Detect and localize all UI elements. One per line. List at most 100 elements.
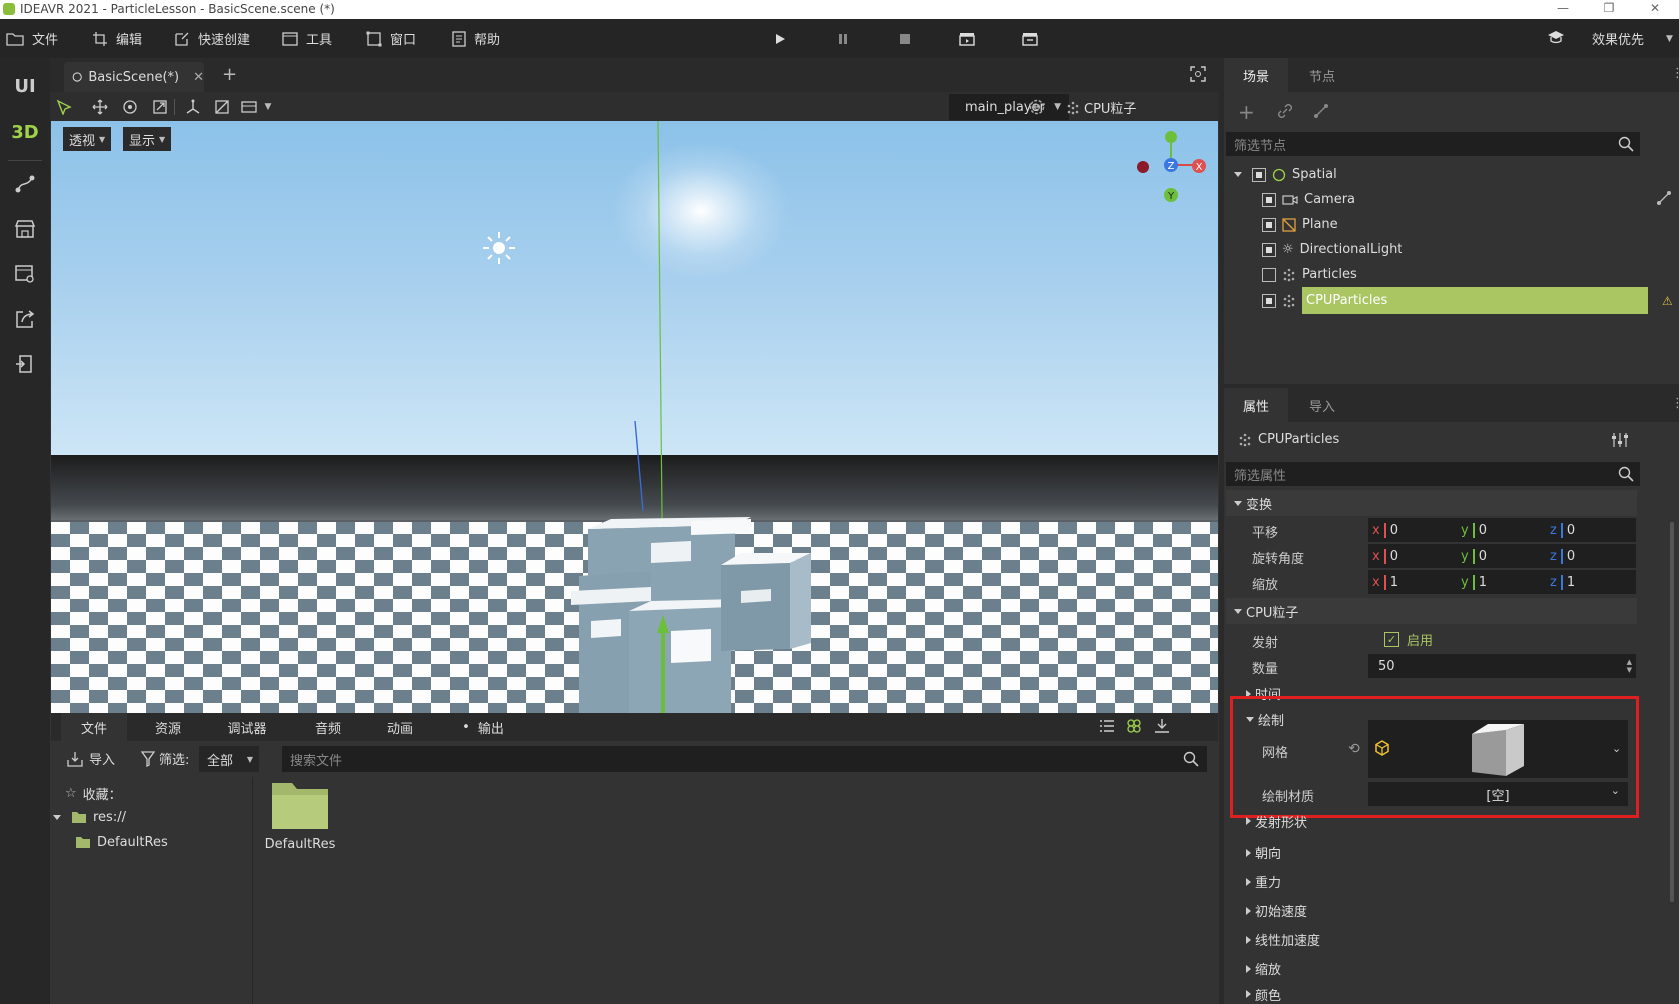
orientation-gizmo[interactable]: Y X Z (1131, 125, 1211, 205)
quality-dropdown[interactable]: 效果优先 ▼ (1592, 19, 1673, 58)
ui-mode-button[interactable]: UI (5, 66, 45, 106)
visibility-checkbox[interactable] (1252, 167, 1266, 182)
gear-icon[interactable] (1027, 97, 1047, 117)
gravity-section[interactable]: 重力 (1246, 867, 1281, 896)
orientation-section[interactable]: 朝向 (1246, 838, 1281, 867)
resource-settings-button[interactable] (5, 254, 45, 294)
curve-tool-button[interactable] (5, 164, 45, 204)
menu-window[interactable]: 窗口 (366, 19, 416, 58)
defaultres-folder-row[interactable]: DefaultRes (75, 830, 168, 854)
link-icon[interactable] (1276, 102, 1294, 120)
node-plane[interactable]: Plane (1262, 212, 1338, 237)
import-button[interactable]: 导入 (67, 749, 115, 768)
cpu-particles-menu[interactable]: CPU粒子 (1066, 98, 1136, 117)
property-filter-input[interactable]: 筛选属性 (1226, 462, 1640, 486)
restore-icon[interactable]: ❐ (1594, 1, 1624, 15)
close-window-icon[interactable]: ✕ (1640, 1, 1670, 15)
spin-arrows-icon[interactable]: ▲ ▼ (1627, 658, 1632, 674)
tab-resources[interactable]: 资源 (135, 713, 201, 741)
graduation-cap-icon[interactable] (1547, 30, 1565, 44)
visibility-checkbox[interactable] (1262, 267, 1276, 282)
warning-icon[interactable]: ⚠ (1662, 294, 1673, 308)
snap-icon[interactable] (212, 97, 232, 117)
close-tab-icon[interactable]: ✕ (193, 70, 204, 85)
scale-section[interactable]: 缩放 (1246, 954, 1281, 983)
node-camera[interactable]: Camera (1262, 187, 1355, 212)
move-tool-icon[interactable] (90, 97, 110, 117)
tab-debugger[interactable]: 调试器 (207, 713, 287, 741)
tab-files[interactable]: 文件 (61, 713, 127, 741)
scale-y-field[interactable]: y1 (1457, 574, 1546, 590)
play-custom-scene-button[interactable] (1018, 28, 1042, 50)
tab-audio[interactable]: 音频 (295, 713, 361, 741)
play-button[interactable] (768, 28, 792, 50)
file-item[interactable]: DefaultRes (265, 777, 335, 852)
export-button[interactable] (5, 299, 45, 339)
pause-button[interactable] (831, 28, 855, 50)
tab-animation[interactable]: 动画 (367, 713, 433, 741)
menu-tools[interactable]: 工具 (282, 19, 332, 58)
menu-quick-create[interactable]: 快速创建 (174, 19, 250, 58)
node-filter-input[interactable]: 筛选节点 (1226, 132, 1640, 156)
menu-file[interactable]: 文件 (6, 19, 58, 58)
tab-output[interactable]: • 输出 (443, 713, 523, 741)
local-space-icon[interactable] (183, 97, 203, 117)
3d-mode-button[interactable]: 3D (5, 112, 45, 152)
initial-velocity-section[interactable]: 初始速度 (1246, 896, 1307, 925)
script-icon[interactable] (1656, 190, 1672, 206)
fullscreen-icon[interactable] (1190, 66, 1206, 82)
panel-menu-icon[interactable]: ⋮ (1671, 396, 1679, 411)
visibility-checkbox[interactable] (1262, 217, 1276, 232)
linear-accel-section[interactable]: 线性加速度 (1246, 925, 1320, 954)
store-button[interactable] (5, 209, 45, 249)
tab-import[interactable]: 导入 (1290, 388, 1354, 422)
visibility-checkbox[interactable] (1262, 242, 1276, 257)
translation-y-field[interactable]: y0 (1457, 522, 1546, 538)
node-cpu-particles[interactable]: CPUParticles ⚠ (1262, 287, 1677, 314)
color-section[interactable]: 颜色 (1246, 983, 1281, 1004)
translation-x-field[interactable]: x0 (1368, 522, 1457, 538)
filter-button[interactable]: 筛选: (141, 749, 189, 768)
player-select[interactable]: main_player ▼ (949, 94, 1069, 120)
file-search-input[interactable]: 搜索文件 (282, 746, 1207, 772)
section-cpu-particles[interactable]: CPU粒子 (1226, 598, 1637, 624)
reset-icon[interactable]: ⟲ (1348, 741, 1360, 757)
cpu-particles-preview[interactable] (571, 517, 811, 713)
visibility-checkbox[interactable] (1262, 293, 1276, 308)
add-tab-icon[interactable]: + (222, 64, 237, 85)
scale-tool-icon[interactable] (150, 97, 170, 117)
scale-x-field[interactable]: x1 (1368, 574, 1457, 590)
favorites-row[interactable]: ☆ 收藏： (65, 781, 122, 805)
panel-menu-icon[interactable]: ⋮ (1671, 66, 1679, 81)
scene-tab[interactable]: BasicScene(*) ✕ (64, 62, 204, 92)
node-particles[interactable]: Particles (1262, 262, 1357, 287)
select-tool-icon[interactable] (54, 97, 74, 117)
amount-spinbox[interactable]: 50 ▲ ▼ (1368, 654, 1636, 678)
tab-scene[interactable]: 场景 (1224, 58, 1288, 92)
rotate-tool-icon[interactable] (120, 97, 140, 117)
instance-icon[interactable] (1312, 102, 1330, 120)
menu-edit[interactable]: 编辑 (92, 19, 142, 58)
emission-shape-section[interactable]: 发射形状 (1246, 810, 1307, 832)
node-spatial[interactable]: Spatial (1234, 162, 1337, 187)
tab-properties[interactable]: 属性 (1224, 388, 1288, 422)
play-scene-button[interactable] (955, 28, 979, 50)
res-root-row[interactable]: res:// (53, 805, 126, 829)
tab-node[interactable]: 节点 (1290, 58, 1354, 92)
node-directional-light[interactable]: ☼ DirectionalLight (1262, 237, 1402, 262)
minimize-icon[interactable]: — (1548, 1, 1578, 15)
scale-z-field[interactable]: z1 (1546, 574, 1635, 590)
rotation-x-field[interactable]: x0 (1368, 548, 1457, 564)
grid-view-icon[interactable] (1126, 718, 1142, 734)
view-menu-button[interactable]: ▼ (236, 97, 276, 117)
menu-help[interactable]: 帮助 (452, 19, 500, 58)
translation-z-field[interactable]: z0 (1546, 522, 1635, 538)
download-icon[interactable] (1154, 718, 1170, 734)
material-picker[interactable]: [空] ⌄ (1368, 782, 1628, 806)
inspector-scrollbar[interactable] (1670, 522, 1674, 902)
stop-button[interactable] (893, 28, 917, 50)
3d-viewport[interactable]: 透视 ▼ 显示 ▼ Y X Z (51, 121, 1218, 713)
drawing-section[interactable]: 绘制 (1246, 705, 1284, 734)
emit-checkbox[interactable]: ✓ 启用 (1384, 630, 1433, 649)
list-view-icon[interactable] (1099, 719, 1115, 733)
